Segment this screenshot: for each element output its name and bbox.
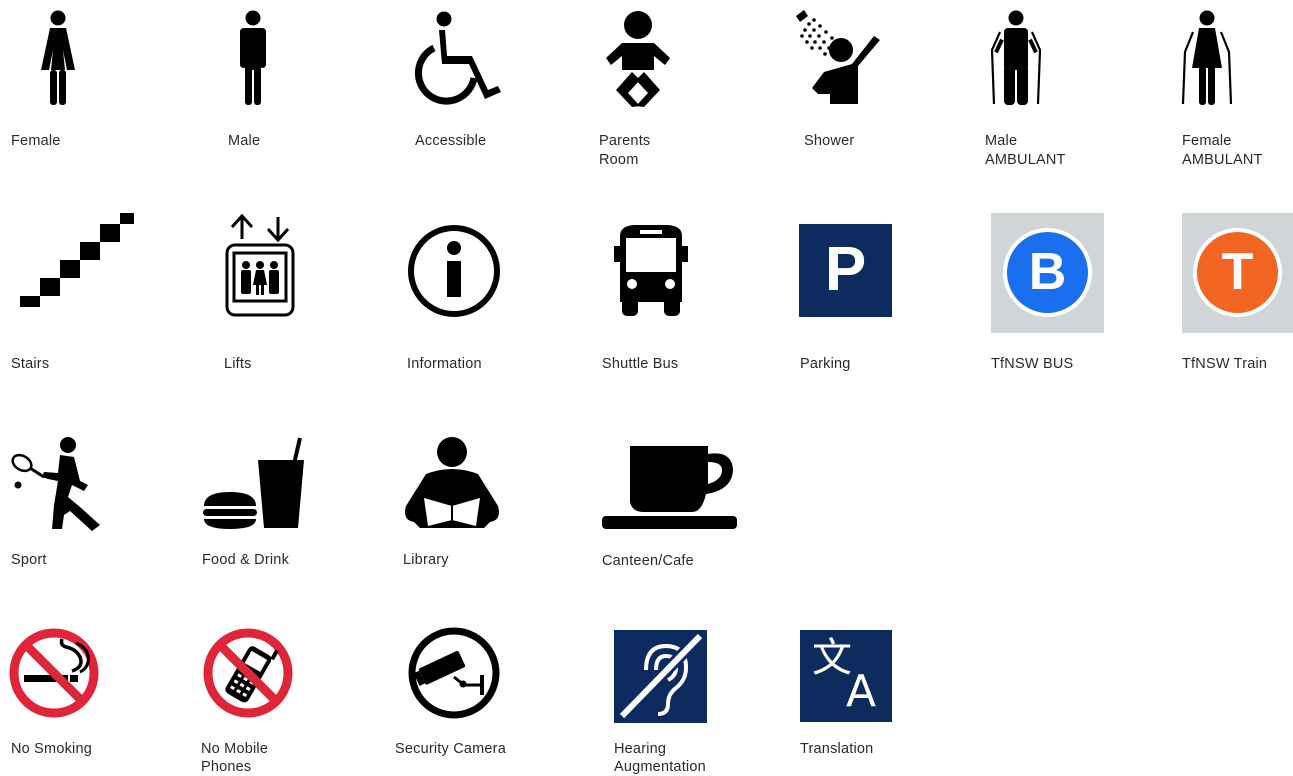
label-line: Hearing — [614, 741, 667, 757]
stairs-icon — [20, 213, 134, 307]
sign-label-tfnsw-train: TfNSW Train — [1182, 356, 1268, 372]
sign-label-parents-room: Parents Room — [599, 132, 650, 170]
tfnsw-train-ring: T — [1193, 228, 1282, 317]
female-person-icon — [41, 10, 75, 105]
coffee-cup-icon — [602, 446, 737, 529]
female-crutches-icon — [1181, 10, 1233, 105]
translation-icon: 文 A — [800, 630, 892, 722]
sign-label-male-ambulant: Male AMBULANT — [985, 132, 1066, 170]
sign-label-security-camera: Security Camera — [395, 741, 506, 757]
sign-label-parking: Parking — [800, 356, 851, 372]
wheelchair-icon — [414, 11, 501, 105]
male-crutches-icon — [990, 10, 1042, 105]
label-line: Female — [1182, 133, 1232, 149]
sign-label-shower: Shower — [804, 133, 855, 149]
parking-icon: P — [799, 224, 892, 317]
information-icon — [408, 225, 500, 317]
sign-label-tfnsw-bus: TfNSW BUS — [991, 356, 1074, 372]
security-camera-icon — [408, 627, 500, 719]
baby-icon — [606, 11, 670, 107]
sign-label-no-smoking: No Smoking — [11, 741, 92, 757]
no-smoking-icon — [9, 628, 99, 718]
sign-label-accessible: Accessible — [415, 133, 487, 149]
translation-glyph-target: A — [846, 666, 877, 717]
label-line: AMBULANT — [985, 152, 1066, 168]
label-line: Parents — [599, 133, 651, 149]
burger-drink-icon — [203, 437, 304, 529]
sign-label-female-ambulant: Female AMBULANT — [1182, 132, 1263, 170]
tfnsw-bus-icon: B — [991, 213, 1104, 333]
sign-label-stairs: Stairs — [11, 356, 50, 372]
reader-icon — [405, 437, 499, 528]
hearing-loop-icon — [614, 630, 707, 723]
tennis-player-icon — [11, 437, 100, 531]
sign-label-male: Male — [228, 133, 261, 149]
tfnsw-bus-ring: B — [1003, 228, 1092, 317]
tfnsw-train-icon: T — [1182, 213, 1293, 333]
label-line: Room — [599, 152, 639, 168]
no-mobile-phone-icon — [203, 628, 293, 718]
sign-label-no-mobile-phones: No Mobile Phones — [201, 740, 268, 776]
sign-label-sport: Sport — [11, 552, 47, 568]
sign-label-lifts: Lifts — [224, 356, 252, 372]
sign-label-information: Information — [407, 356, 482, 372]
lift-icon — [225, 213, 295, 317]
label-line: AMBULANT — [1182, 152, 1263, 168]
bus-icon — [614, 225, 688, 316]
sign-label-translation: Translation — [800, 741, 874, 757]
tfnsw-train-glyph: T — [1197, 232, 1278, 313]
male-person-icon — [240, 10, 266, 105]
sign-label-hearing-augmentation: Hearing Augmentation — [614, 740, 706, 776]
tfnsw-bus-glyph: B — [1007, 232, 1088, 313]
sign-label-canteen-cafe: Canteen/Cafe — [602, 553, 694, 569]
label-line: No Mobile — [201, 741, 269, 757]
sign-label-shuttle-bus: Shuttle Bus — [602, 356, 679, 372]
sign-label-library: Library — [403, 552, 449, 568]
sign-label-food-drink: Food & Drink — [202, 552, 290, 568]
label-line: Male — [985, 133, 1018, 149]
shower-icon — [796, 10, 880, 104]
sign-label-female: Female — [11, 133, 61, 149]
parking-glyph: P — [824, 235, 867, 304]
